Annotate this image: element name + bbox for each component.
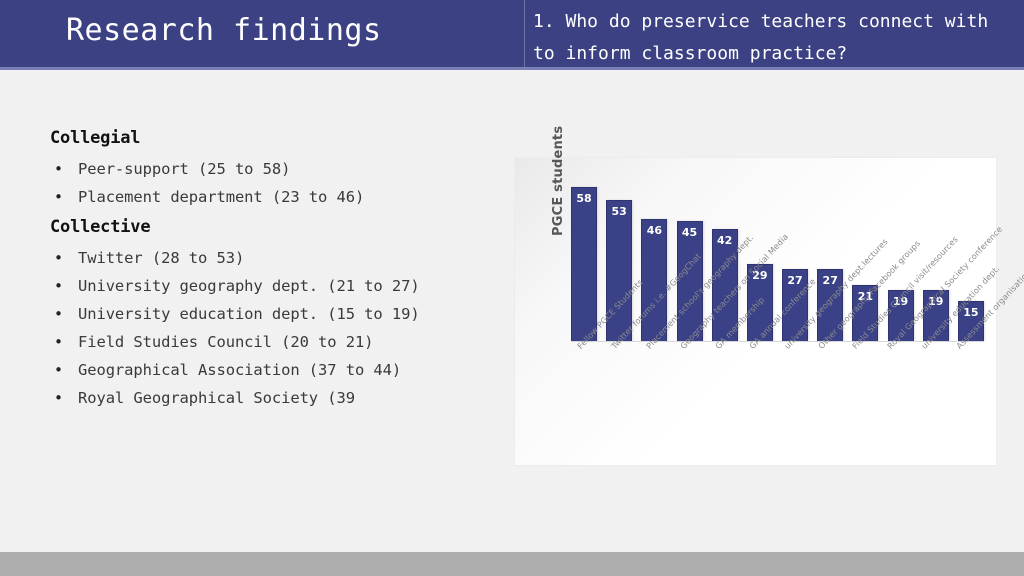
bar-column: 58: [571, 186, 597, 341]
list-item: • University education dept. (15 to 19): [50, 300, 450, 328]
header-divider: [524, 0, 525, 67]
bullet-dot-icon: •: [54, 333, 64, 351]
list-item: • University geography dept. (21 to 27): [50, 272, 450, 300]
bullet-dot-icon: •: [54, 389, 64, 407]
chart-x-tick-labels: Fellow PGCE Students Twitter forums i.e. …: [571, 224, 1024, 459]
list-item-label: University geography dept. (21 to 27): [78, 277, 420, 295]
list-item-label: Twitter (28 to 53): [78, 249, 245, 267]
page-title: Research findings: [66, 13, 382, 48]
chart-y-axis-label: PGCE students: [551, 125, 566, 236]
bullet-dot-icon: •: [54, 249, 64, 267]
bullet-dot-icon: •: [54, 305, 64, 323]
section-heading: Collegial: [50, 128, 141, 148]
slide-canvas: Research findings 1. Who do preservice t…: [0, 0, 1024, 576]
bar-chart-card: PGCE students 58 53 46 45 42 29 27 27 21 19 19 15 F…: [515, 126, 1024, 465]
section-heading: Collective: [50, 217, 151, 237]
list-item: • Placement department (23 to 46): [50, 183, 450, 211]
bar-value-label: 53: [611, 204, 627, 218]
bar-value-label: 45: [681, 226, 698, 240]
list-item: • Field Studies Council (20 to 21): [50, 328, 450, 356]
list-item-label: Placement department (23 to 46): [78, 188, 365, 206]
chart-plot-region: PGCE students 58 53 46 45 42 29 27 27 21 19 19 15 F…: [515, 126, 1024, 465]
bar-value-label: 46: [646, 223, 662, 237]
list-item-label: Peer-support (25 to 58): [78, 160, 291, 178]
footer-bar: [0, 552, 1024, 576]
list-item: • Geographical Association (37 to 44): [50, 356, 450, 384]
list-item: • Peer-support (25 to 58): [50, 155, 450, 183]
bullet-dot-icon: •: [54, 361, 64, 379]
bullet-dot-icon: •: [54, 277, 64, 295]
list-item-label: Field Studies Council (20 to 21): [78, 333, 374, 351]
list-item: • Twitter (28 to 53): [50, 244, 450, 272]
findings-list: Collegial • Peer-support (25 to 58) • Placem…: [50, 122, 450, 412]
list-item-label: Royal Geographical Society (39: [78, 389, 355, 407]
bar: 58: [571, 186, 597, 341]
bullet-dot-icon: •: [54, 188, 64, 206]
list-item-label: University education dept. (15 to 19): [78, 305, 420, 323]
bullet-dot-icon: •: [54, 160, 64, 178]
list-item-label: Geographical Association (37 to 44): [78, 361, 402, 379]
research-question: 1. Who do preservice teachers connect wi…: [533, 11, 999, 64]
bar-value-label: 42: [717, 234, 733, 248]
bar-value-label: 58: [576, 191, 592, 205]
list-item: • Royal Geographical Society (39: [50, 384, 450, 412]
